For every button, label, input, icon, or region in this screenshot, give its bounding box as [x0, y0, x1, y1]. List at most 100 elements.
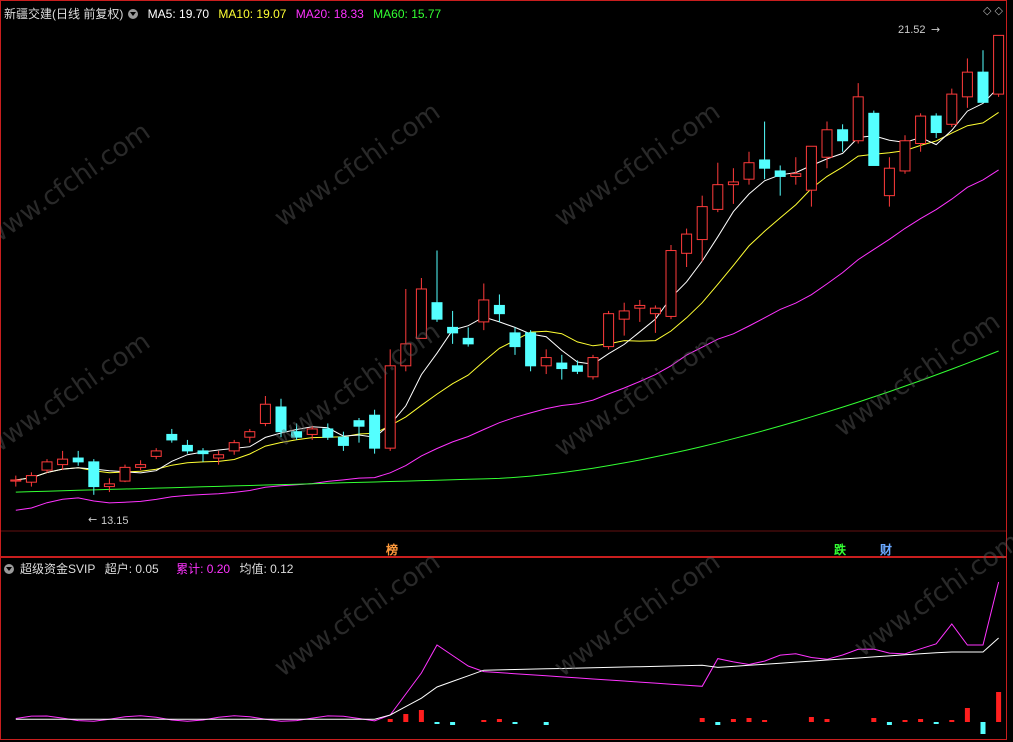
stock-title[interactable]: 新疆交建(日线 前复权): [4, 7, 123, 21]
chaohu-bar-up: [746, 718, 752, 722]
badge-die[interactable]: 跌: [834, 541, 846, 558]
dropdown-icon[interactable]: [128, 9, 139, 19]
indicator-name[interactable]: 超级资金SVIP: [20, 562, 95, 576]
candle-down: [759, 159, 771, 169]
price-plot: [10, 34, 1005, 511]
candle-up: [213, 454, 225, 459]
candle-up: [540, 357, 552, 367]
candle-up: [10, 479, 22, 482]
high-arrow-icon: →: [931, 23, 940, 36]
ma5-line: [15, 86, 999, 481]
candle-up: [103, 483, 115, 488]
junzhi-line: [15, 637, 999, 720]
candle-up: [478, 299, 490, 323]
junzhi-value: 均值: 0.12: [239, 562, 294, 576]
candle-down: [369, 414, 381, 449]
badge-bang[interactable]: 榜: [386, 541, 398, 558]
candle-down: [322, 428, 334, 438]
badge-cai[interactable]: 财: [880, 541, 892, 558]
candle-down: [197, 450, 209, 455]
candle-down: [774, 170, 786, 177]
candle-up: [993, 34, 1005, 95]
low-price-label: 13.15: [101, 515, 129, 527]
low-arrow-icon: ←: [88, 513, 97, 526]
candle-down: [353, 420, 365, 427]
candle-up: [400, 343, 412, 367]
candle-up: [852, 96, 864, 142]
candle-up: [57, 458, 69, 466]
candle-down: [72, 457, 84, 463]
candle-up: [915, 115, 927, 145]
candle-down: [291, 431, 303, 438]
chaohu-bar-up: [871, 718, 877, 722]
chaohu-bar-up: [949, 720, 955, 722]
candle-up: [587, 357, 599, 378]
candle-up: [135, 464, 147, 468]
chaohu-bar-down: [715, 722, 721, 725]
chaohu-bar-up: [996, 692, 1002, 722]
chaohu-bar-up: [403, 714, 409, 722]
candle-down: [868, 112, 880, 166]
chaohu-bar-down: [512, 722, 518, 724]
ma60-line: [15, 350, 999, 493]
candle-up: [899, 140, 911, 172]
chaohu-bar-down: [980, 722, 986, 734]
indicator-plot: [15, 581, 1002, 734]
candle-up: [805, 145, 817, 191]
main-header: 新疆交建(日线 前复权) MA5: 19.70 MA10: 19.07 MA20…: [4, 5, 447, 22]
candle-down: [447, 326, 459, 334]
candle-up: [790, 173, 802, 177]
chaohu-bar-up: [730, 719, 736, 722]
candle-up: [415, 288, 427, 339]
indicator-header: 超级资金SVIP 超户: 0.05 累计: 0.20 均值: 0.12: [4, 560, 299, 577]
candle-up: [119, 466, 131, 482]
candle-down: [166, 433, 178, 441]
dropdown-icon[interactable]: [4, 564, 14, 574]
candle-down: [88, 461, 100, 488]
candle-up: [244, 431, 256, 438]
candle-up: [150, 450, 162, 457]
ma60-value: MA60: 15.77: [373, 7, 442, 21]
diamond-outline-icon[interactable]: ◇: [995, 5, 1003, 17]
chaohu-bar-down: [434, 722, 440, 724]
chart-canvas: 21.52 → ← 13.15: [0, 0, 1007, 740]
candle-up: [41, 461, 53, 471]
candle-up: [259, 403, 271, 424]
candle-down: [181, 444, 193, 452]
chaohu-bar-up: [418, 710, 424, 722]
ma20-value: MA20: 18.33: [295, 7, 364, 21]
ma5-value: MA5: 19.70: [147, 7, 210, 21]
diamond-icon[interactable]: ◇: [983, 5, 991, 17]
candle-up: [306, 428, 318, 435]
candle-down: [571, 365, 583, 372]
chaohu-bar-up: [808, 717, 814, 722]
candle-up: [665, 250, 677, 317]
chaohu-bar-up: [496, 719, 502, 722]
candle-up: [649, 307, 661, 315]
candle-up: [946, 93, 958, 125]
candle-up: [384, 365, 396, 449]
candle-down: [462, 337, 474, 345]
ma10-line: [15, 111, 999, 481]
chaohu-bar-up: [824, 719, 830, 722]
chaohu-bar-up: [902, 720, 908, 722]
candle-up: [961, 71, 973, 98]
window-controls: ◇ ◇: [983, 4, 1003, 17]
chaohu-bar-down: [886, 722, 892, 725]
chaohu-bar-up: [762, 720, 768, 722]
candle-down: [275, 406, 287, 433]
candle-up: [712, 184, 724, 210]
chaohu-bar-up: [481, 720, 487, 722]
candle-down: [337, 436, 349, 446]
chaohu-bar-down: [543, 722, 549, 725]
candle-up: [727, 181, 739, 186]
candle-down: [556, 362, 568, 370]
candle-down: [431, 302, 443, 320]
candle-up: [618, 310, 630, 320]
candle-up: [681, 233, 693, 254]
ma20-line: [15, 169, 999, 511]
candle-up: [696, 206, 708, 241]
ma10-value: MA10: 19.07: [218, 7, 287, 21]
chaohu-bar-up: [964, 708, 970, 722]
chaohu-bar-up: [918, 719, 924, 722]
